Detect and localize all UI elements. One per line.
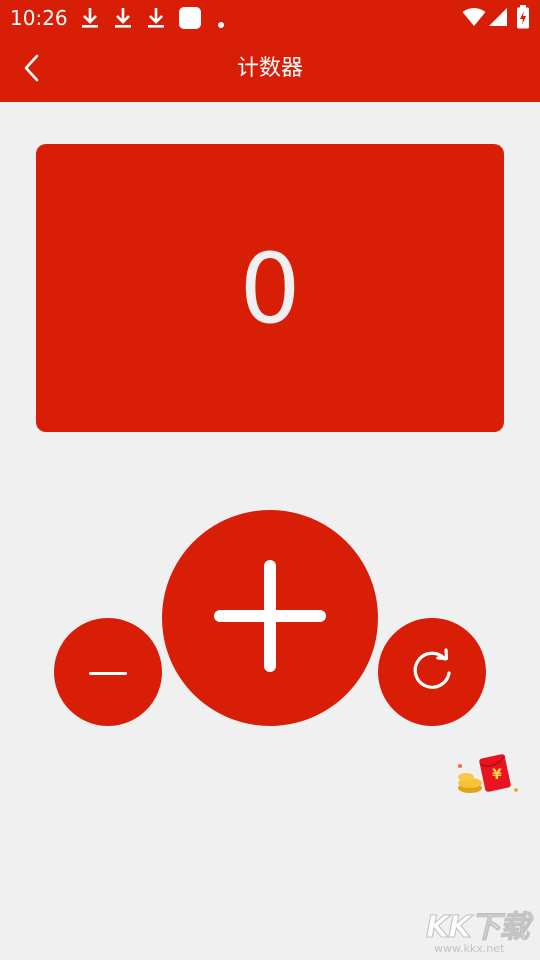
download-icon [80,6,100,34]
counter-value: 0 [239,233,301,345]
page-title: 计数器 [236,56,303,81]
chevron-left-icon [22,53,42,87]
increment-button[interactable] [162,510,378,726]
watermark-text: KK下载 [426,910,530,946]
battery-charging-icon [516,5,530,33]
counter-display: 0 [36,144,504,432]
wifi-icon [462,7,486,31]
back-button[interactable] [12,52,52,88]
red-envelope-icon: ¥ [452,754,524,804]
download-icon [113,6,133,34]
download-icon [146,6,166,34]
red-envelope-button[interactable]: ¥ [452,752,524,800]
dot-icon [217,14,225,33]
decrement-button[interactable] [54,618,162,726]
app-bar: 计数器 [0,36,540,102]
status-time: 10:26 [10,6,68,30]
status-bar: 10:26 [0,0,540,36]
refresh-icon [409,647,455,697]
plus-icon [212,558,328,678]
app-notification-icon [178,6,202,34]
minus-icon [88,663,128,682]
red-envelope-symbol: ¥ [492,767,502,783]
watermark: KK下载 www.kkx.net [420,902,538,958]
watermark-url: www.kkx.net [434,942,505,955]
signal-icon [488,7,508,31]
reset-button[interactable] [378,618,486,726]
